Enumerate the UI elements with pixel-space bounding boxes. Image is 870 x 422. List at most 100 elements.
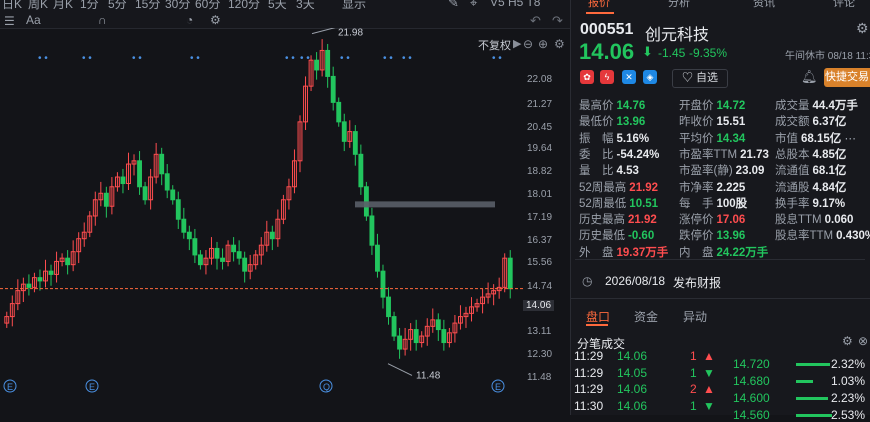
period-tab-week[interactable]: 周K bbox=[28, 0, 48, 12]
bell-icon[interactable]: 🔔︎ bbox=[801, 69, 818, 85]
stat-value: 19.37万手 bbox=[616, 246, 669, 259]
stat-value: 17.06 bbox=[716, 214, 746, 227]
watchlist-heart-icon: ♡ bbox=[681, 72, 697, 84]
zoom-in-icon[interactable]: ⊕ bbox=[538, 37, 548, 51]
market-status: 午间休市 08/18 11:3 bbox=[785, 51, 870, 62]
tag-icon[interactable]: ◈ bbox=[643, 70, 657, 84]
period-tab-month[interactable]: 月K bbox=[53, 0, 73, 12]
menu-icon[interactable]: ☰ bbox=[4, 14, 15, 28]
event-dots: • • bbox=[402, 53, 412, 64]
stat-value: -0.60 bbox=[628, 230, 655, 243]
tab-comments[interactable]: 评论 bbox=[833, 0, 855, 10]
candle-body bbox=[441, 329, 447, 344]
period-tab-1m[interactable]: 1分 bbox=[80, 0, 99, 12]
more-icon[interactable]: ⋯ bbox=[841, 133, 856, 145]
y-tick-label: 13.11 bbox=[527, 326, 552, 337]
stat-value: 4.85亿 bbox=[812, 148, 847, 161]
stat-row: 每 手 100股 bbox=[679, 195, 747, 211]
last-price: 14.06 bbox=[579, 39, 635, 64]
stat-row: 开盘价 14.72 bbox=[679, 97, 745, 113]
period-tab-5d[interactable]: 5天 bbox=[268, 0, 287, 12]
event-dots: • • bbox=[38, 53, 48, 64]
stat-row: 市净率 2.225 bbox=[679, 179, 745, 195]
active-subtab-underline bbox=[586, 324, 608, 326]
redo-icon[interactable]: ↷ bbox=[552, 13, 563, 29]
trades-close-icon[interactable]: ⊗ bbox=[858, 334, 868, 348]
indicator-label[interactable]: V5 H5 T8 bbox=[490, 0, 540, 9]
timer-icon[interactable]: ◔ bbox=[186, 13, 193, 27]
period-tab-30m[interactable]: 30分 bbox=[165, 0, 190, 12]
tab-orderbook[interactable]: 盘口 bbox=[586, 308, 610, 325]
tab-news[interactable]: 资讯 bbox=[753, 0, 775, 10]
tab-capital[interactable]: 资金 bbox=[634, 308, 658, 325]
stat-value: 23.09 bbox=[735, 165, 765, 178]
period-tab-120m[interactable]: 120分 bbox=[228, 0, 260, 12]
y-tick-label: 18.82 bbox=[527, 166, 553, 177]
period-tab-60m[interactable]: 60分 bbox=[195, 0, 220, 12]
candlestick-chart[interactable]: 21.98 11.48 • • • • • • • • • • • • • • • • • • • •… bbox=[0, 28, 523, 398]
tab-analysis[interactable]: 分析 bbox=[668, 0, 690, 10]
candle-body bbox=[159, 153, 165, 175]
share-icon[interactable]: ✕ bbox=[622, 70, 636, 84]
stat-value: 21.92 bbox=[629, 181, 659, 194]
undo-icon[interactable]: ↶ bbox=[530, 13, 541, 29]
stat-label: 52周最低 bbox=[579, 197, 627, 210]
stat-label: 委 比 bbox=[579, 148, 614, 161]
depth-price: 14.720 bbox=[733, 357, 770, 371]
bolt-icon[interactable]: ϟ bbox=[600, 70, 614, 84]
stat-value: 4.53 bbox=[616, 165, 639, 178]
settings-icon[interactable]: ⚙ bbox=[210, 13, 221, 27]
settings-gear-icon[interactable]: ⚙ bbox=[856, 20, 869, 37]
tab-quote[interactable]: 报价 bbox=[588, 0, 610, 10]
fuquan-toggle[interactable]: 不复权 bbox=[478, 37, 511, 53]
bull-icon[interactable]: ✿ bbox=[580, 70, 594, 84]
stat-row: 量 比 4.53 bbox=[579, 162, 639, 178]
candle-body bbox=[352, 131, 358, 155]
candle-body bbox=[341, 121, 347, 142]
event-dots: • • bbox=[383, 53, 393, 64]
stat-label: 成交额 bbox=[775, 116, 810, 129]
stat-row: 流通值 68.1亿 bbox=[775, 162, 846, 178]
event-dots: • • bbox=[492, 53, 502, 64]
candle-body bbox=[192, 238, 198, 256]
stat-value: 0.430% bbox=[836, 230, 870, 243]
active-tab-underline bbox=[586, 12, 614, 14]
candle-body bbox=[325, 49, 331, 77]
period-tab-5m[interactable]: 5分 bbox=[108, 0, 127, 12]
event-badge-label: E bbox=[7, 382, 13, 392]
chart-settings-icon[interactable]: ⚙ bbox=[554, 37, 565, 51]
stat-label: 外 盘 bbox=[579, 246, 614, 259]
measure-icon[interactable]: ⌖ bbox=[470, 0, 477, 11]
candle-body bbox=[369, 215, 375, 246]
stat-row: 成交量 44.4万手 bbox=[775, 97, 858, 113]
stat-row: 外 盘 19.37万手 bbox=[579, 244, 668, 260]
tab-movements[interactable]: 异动 bbox=[683, 308, 707, 325]
event-dots: • • bbox=[340, 53, 350, 64]
candle-body bbox=[214, 247, 220, 259]
period-tab-3d[interactable]: 3天 bbox=[296, 0, 315, 12]
trades-settings-icon[interactable]: ⚙ bbox=[842, 334, 853, 348]
stat-row: 涨停价 17.06 bbox=[679, 211, 745, 227]
period-tab-day[interactable]: 日K bbox=[2, 0, 22, 12]
trade-down-icon: ▼ bbox=[703, 398, 715, 413]
collapse-panel-icon[interactable]: ▶ bbox=[513, 37, 521, 50]
zoom-out-icon[interactable]: ⊖ bbox=[523, 37, 533, 51]
stat-label: 内 盘 bbox=[679, 246, 714, 259]
period-tab-15m[interactable]: 15分 bbox=[135, 0, 160, 12]
y-tick-label: 18.01 bbox=[527, 189, 553, 200]
depth-bar bbox=[796, 380, 814, 383]
stat-value: 24.22万手 bbox=[716, 246, 769, 259]
watchlist-button[interactable]: ♡ 自选 bbox=[672, 69, 728, 88]
magnet-icon[interactable]: ∩ bbox=[98, 13, 107, 27]
stat-value: 68.15亿 bbox=[801, 132, 842, 145]
Aa-text-icon[interactable]: Aa bbox=[26, 13, 41, 27]
down-arrow-icon: ⬇ bbox=[642, 44, 653, 59]
candle-body bbox=[391, 316, 397, 337]
stat-value: -54.24% bbox=[616, 148, 660, 161]
line-draw-icon[interactable]: ✎ bbox=[448, 0, 459, 11]
quick-trade-button[interactable]: 快捷交易 bbox=[824, 68, 870, 87]
event-dots: • • bbox=[285, 53, 295, 64]
stat-row: 委 比 -54.24% bbox=[579, 146, 659, 162]
display-menu[interactable]: 显示 bbox=[342, 0, 366, 12]
stat-value: 6.37亿 bbox=[812, 116, 847, 129]
